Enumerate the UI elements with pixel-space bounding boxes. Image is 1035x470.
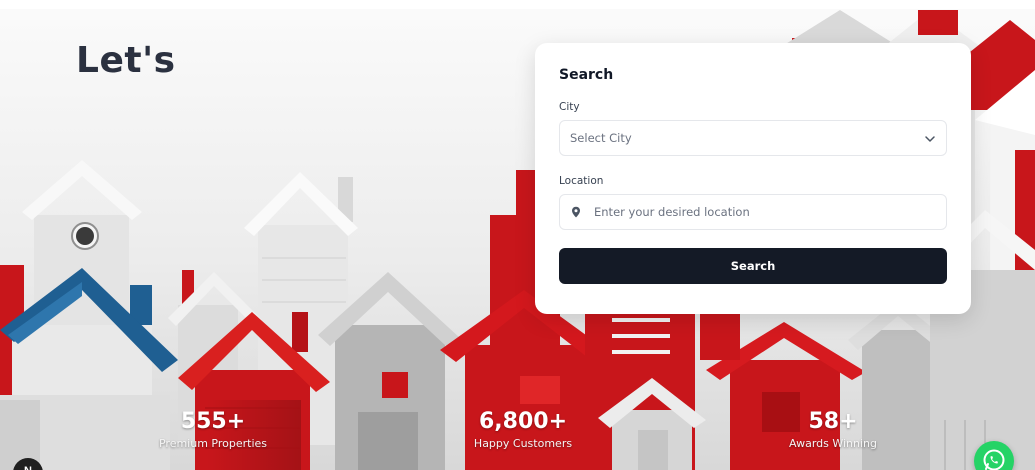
stat-awards-winning: 58+ Awards Winning <box>753 409 913 451</box>
location-field[interactable] <box>559 194 947 230</box>
search-button[interactable]: Search <box>559 248 947 284</box>
city-select-value: Select City <box>570 131 632 145</box>
stat-value: 6,800+ <box>478 409 568 434</box>
map-pin-icon <box>572 206 580 218</box>
stat-label: Premium Properties <box>158 437 268 450</box>
whatsapp-icon <box>983 449 1005 470</box>
search-card: Search City Select City Location Search <box>535 43 971 314</box>
location-input[interactable] <box>594 205 924 219</box>
city-select[interactable]: Select City <box>559 120 947 156</box>
stat-happy-customers: 6,800+ Happy Customers <box>443 409 603 451</box>
stat-value: 555+ <box>180 409 246 434</box>
hero-headline: Let's <box>76 40 176 81</box>
stat-value: 58+ <box>808 409 858 434</box>
stat-label: Happy Customers <box>473 437 573 450</box>
hero-section: Let's Search City Select City Location S… <box>0 0 1035 470</box>
top-strip <box>0 0 1035 9</box>
stat-premium-properties: 555+ Premium Properties <box>133 409 293 451</box>
city-label: City <box>559 101 580 113</box>
stat-label: Awards Winning <box>789 437 877 450</box>
location-label: Location <box>559 175 604 187</box>
search-card-title: Search <box>559 67 614 83</box>
chevron-down-icon <box>925 136 935 142</box>
